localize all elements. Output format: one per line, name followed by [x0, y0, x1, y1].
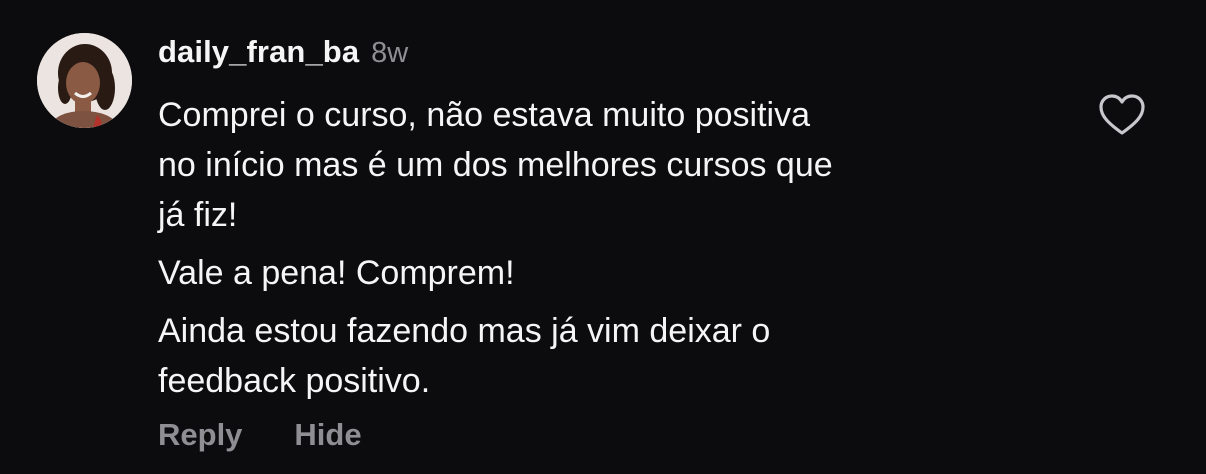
comment-paragraph: Vale a pena! Comprem! [158, 254, 515, 292]
reply-button[interactable]: Reply [158, 417, 242, 453]
comment-header: daily_fran_ba 8w [158, 34, 408, 70]
timestamp: 8w [371, 37, 409, 69]
avatar-image [37, 33, 132, 128]
comment-paragraph: Ainda estou fazendo mas já vim deixar o … [158, 312, 771, 400]
avatar[interactable] [37, 33, 132, 128]
comment-body: Comprei o curso, não estava muito positi… [158, 90, 1058, 414]
like-button[interactable] [1098, 93, 1146, 137]
heart-outline-icon [1099, 94, 1145, 135]
username[interactable]: daily_fran_ba [158, 34, 359, 70]
comment-actions: Reply Hide [158, 417, 362, 453]
hide-button[interactable]: Hide [294, 417, 361, 453]
comment: daily_fran_ba 8w Comprei o curso, não es… [0, 0, 1206, 474]
comment-paragraph: Comprei o curso, não estava muito positi… [158, 96, 833, 234]
